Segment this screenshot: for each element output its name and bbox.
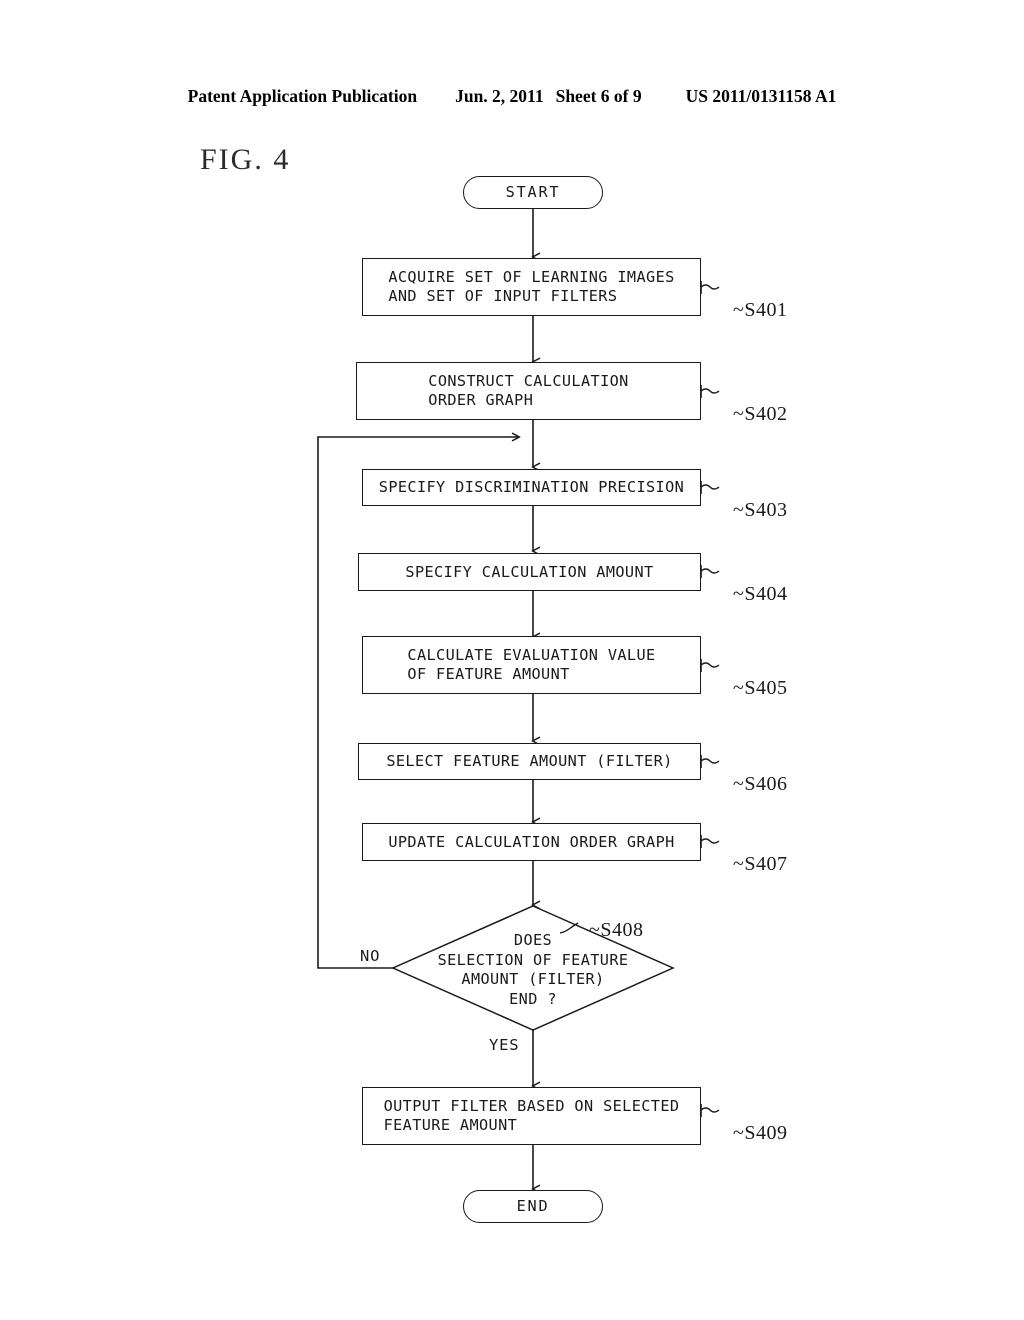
step-s408-ref: ~S408 [589, 919, 644, 941]
figure-title: FIG. 4 [200, 143, 291, 176]
header-publication: Patent Application Publication [187, 86, 418, 106]
step-s409-ref: ~S409 [733, 1122, 788, 1144]
step-ref-s407: ~S407 [722, 830, 787, 876]
step-ref-s405: ~S405 [722, 654, 787, 700]
decision-branch-no-label: NO [360, 947, 381, 965]
step-ref-s406: ~S406 [722, 750, 787, 796]
step-s403-ref: ~S403 [733, 499, 788, 521]
header-patent-number: US 2011/0131158 A1 [685, 86, 837, 106]
step-s406-text: SELECT FEATURE AMOUNT (FILTER) [386, 752, 673, 770]
step-ref-s404: ~S404 [722, 560, 787, 606]
decision-branch-yes-label: YES [489, 1036, 520, 1054]
flowchart-step-s402[interactable]: CONSTRUCT CALCULATION ORDER GRAPH [356, 362, 701, 420]
step-ref-s409: ~S409 [722, 1099, 787, 1145]
step-s404-ref: ~S404 [733, 583, 788, 605]
flowchart-start-node[interactable]: START [463, 176, 603, 209]
end-label: END [516, 1197, 550, 1215]
step-ref-s401: ~S401 [722, 276, 787, 322]
step-ref-s403: ~S403 [722, 476, 787, 522]
step-s401-text: ACQUIRE SET OF LEARNING IMAGES AND SET O… [388, 268, 675, 305]
header-sheet: Sheet 6 of 9 [555, 86, 642, 106]
step-ref-s402: ~S402 [722, 380, 787, 426]
flowchart-step-s405[interactable]: CALCULATE EVALUATION VALUE OF FEATURE AM… [362, 636, 701, 694]
step-s405-ref: ~S405 [733, 677, 788, 699]
step-s402-ref: ~S402 [733, 403, 788, 425]
start-label: START [505, 183, 561, 201]
step-s401-ref: ~S401 [733, 299, 788, 321]
step-s407-text: UPDATE CALCULATION ORDER GRAPH [388, 832, 675, 851]
step-s402-text: CONSTRUCT CALCULATION ORDER GRAPH [428, 372, 629, 409]
step-s405-text: CALCULATE EVALUATION VALUE OF FEATURE AM… [407, 646, 656, 683]
flowchart-step-s404[interactable]: SPECIFY CALCULATION AMOUNT [358, 553, 701, 591]
flowchart-step-s401[interactable]: ACQUIRE SET OF LEARNING IMAGES AND SET O… [362, 258, 701, 316]
step-s406-ref: ~S406 [733, 773, 788, 795]
step-s403-text: SPECIFY DISCRIMINATION PRECISION [378, 478, 685, 496]
flowchart-end-node[interactable]: END [463, 1190, 603, 1223]
flowchart-step-s409[interactable]: OUTPUT FILTER BASED ON SELECTED FEATURE … [362, 1087, 701, 1145]
step-ref-s408: ~S408 [578, 896, 643, 942]
step-s407-ref: ~S407 [733, 853, 788, 875]
step-s404-text: SPECIFY CALCULATION AMOUNT [405, 562, 654, 581]
flowchart-step-s407[interactable]: UPDATE CALCULATION ORDER GRAPH [362, 823, 701, 861]
flowchart-step-s406[interactable]: SELECT FEATURE AMOUNT (FILTER) [358, 743, 701, 780]
header-date: Jun. 2, 2011 [455, 86, 544, 106]
step-s409-text: OUTPUT FILTER BASED ON SELECTED FEATURE … [383, 1097, 680, 1134]
flowchart-step-s403[interactable]: SPECIFY DISCRIMINATION PRECISION [362, 469, 701, 506]
page-header: Patent Application Publication Jun. 2, 2… [0, 86, 1024, 112]
